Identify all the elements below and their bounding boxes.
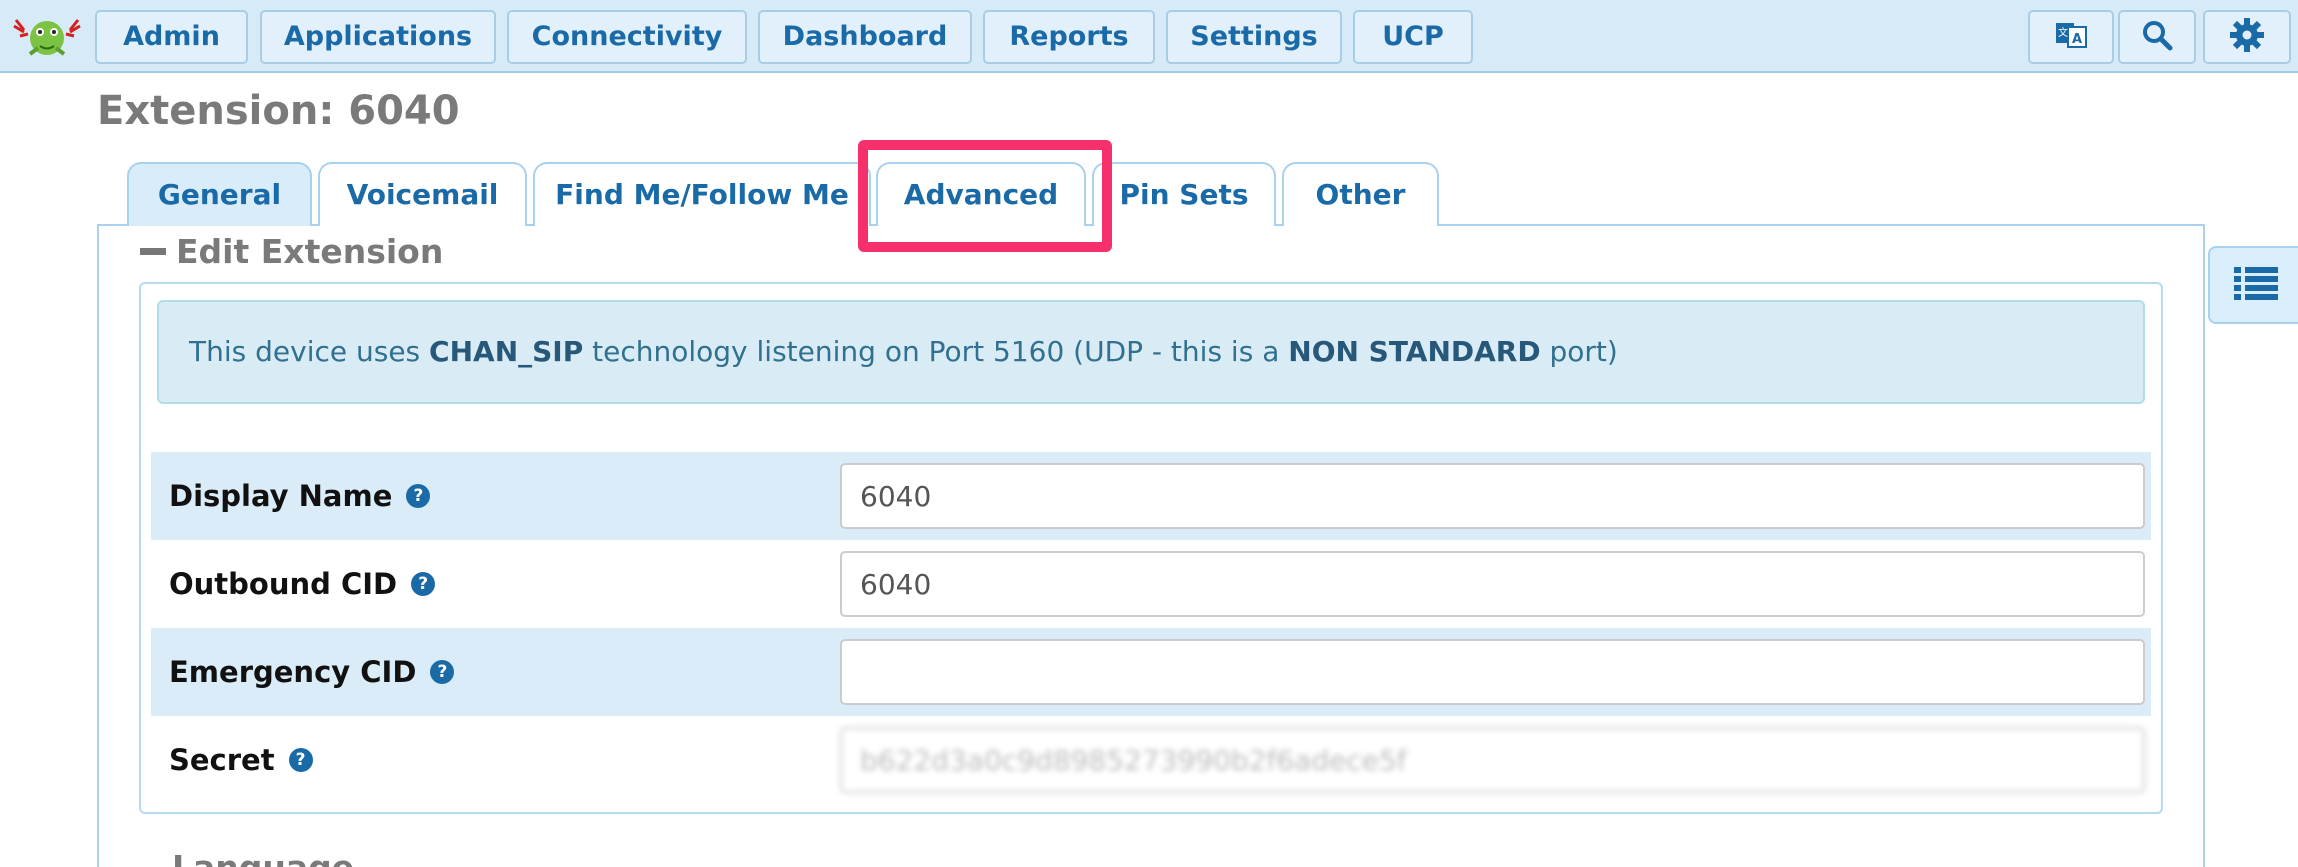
- tab-pin-sets[interactable]: Pin Sets: [1092, 162, 1276, 226]
- emergency-cid-label: Emergency CID ?: [169, 628, 455, 716]
- form-row-secret: Secret ?: [151, 716, 2151, 804]
- language-icon: A 文: [2053, 17, 2089, 57]
- secret-label: Secret ?: [169, 716, 313, 804]
- nav-applications[interactable]: Applications: [260, 10, 496, 64]
- device-info-alert: This device uses CHAN_SIP technology lis…: [157, 300, 2145, 404]
- alert-text-middle: technology listening on Port 5160 (UDP -…: [583, 335, 1289, 368]
- help-icon[interactable]: ?: [288, 748, 313, 772]
- nav-connectivity[interactable]: Connectivity: [507, 10, 747, 64]
- nav-reports[interactable]: Reports: [983, 10, 1155, 64]
- section-header-language[interactable]: Language: [172, 848, 354, 867]
- secret-label-text: Secret: [169, 743, 275, 777]
- page-title: Extension: 6040: [97, 88, 460, 134]
- display-name-label: Display Name ?: [169, 452, 431, 540]
- outbound-cid-input[interactable]: [840, 551, 2145, 617]
- help-icon[interactable]: ?: [411, 572, 436, 596]
- search-icon: [2141, 19, 2173, 55]
- help-icon[interactable]: ?: [406, 484, 431, 508]
- advanced-tab-highlight: [858, 140, 1112, 252]
- svg-text:A: A: [2072, 32, 2082, 47]
- form-row-outbound-cid: Outbound CID ?: [151, 540, 2151, 628]
- form-row-display-name: Display Name ?: [151, 452, 2151, 540]
- top-navbar: Admin Applications Connectivity Dashboar…: [0, 0, 2298, 73]
- emergency-cid-label-text: Emergency CID: [169, 655, 417, 689]
- display-name-input[interactable]: [840, 463, 2145, 529]
- form-row-emergency-cid: Emergency CID ?: [151, 628, 2151, 716]
- tab-voicemail[interactable]: Voicemail: [318, 162, 527, 226]
- list-icon: [2233, 265, 2278, 305]
- help-icon[interactable]: ?: [430, 660, 455, 684]
- section-header-edit-extension[interactable]: Edit Extension: [140, 232, 443, 271]
- nav-admin[interactable]: Admin: [95, 10, 248, 64]
- display-name-label-text: Display Name: [169, 479, 393, 513]
- emergency-cid-input[interactable]: [840, 639, 2145, 705]
- outbound-cid-label: Outbound CID ?: [169, 540, 436, 628]
- tab-general[interactable]: General: [127, 162, 312, 226]
- tab-other[interactable]: Other: [1282, 162, 1439, 226]
- settings-button[interactable]: [2203, 10, 2291, 64]
- freepbx-logo-icon[interactable]: [10, 12, 84, 62]
- nav-settings[interactable]: Settings: [1166, 10, 1342, 64]
- alert-emphasis: NON STANDARD: [1288, 335, 1541, 368]
- outbound-cid-label-text: Outbound CID: [169, 567, 398, 601]
- section-title: Edit Extension: [176, 232, 444, 271]
- tab-find-me-follow-me[interactable]: Find Me/Follow Me: [533, 162, 871, 226]
- secret-input[interactable]: [840, 727, 2145, 793]
- alert-tech: CHAN_SIP: [429, 335, 584, 368]
- sidebar-toggle-button[interactable]: [2208, 246, 2298, 324]
- gear-icon: [2229, 17, 2265, 57]
- nav-ucp[interactable]: UCP: [1353, 10, 1473, 64]
- language-button[interactable]: A 文: [2028, 10, 2114, 64]
- alert-text-prefix: This device uses: [189, 335, 430, 368]
- collapse-icon: [140, 248, 166, 255]
- alert-text-suffix: port): [1540, 335, 1618, 368]
- nav-dashboard[interactable]: Dashboard: [758, 10, 972, 64]
- svg-text:文: 文: [2058, 26, 2068, 39]
- search-button[interactable]: [2118, 10, 2196, 64]
